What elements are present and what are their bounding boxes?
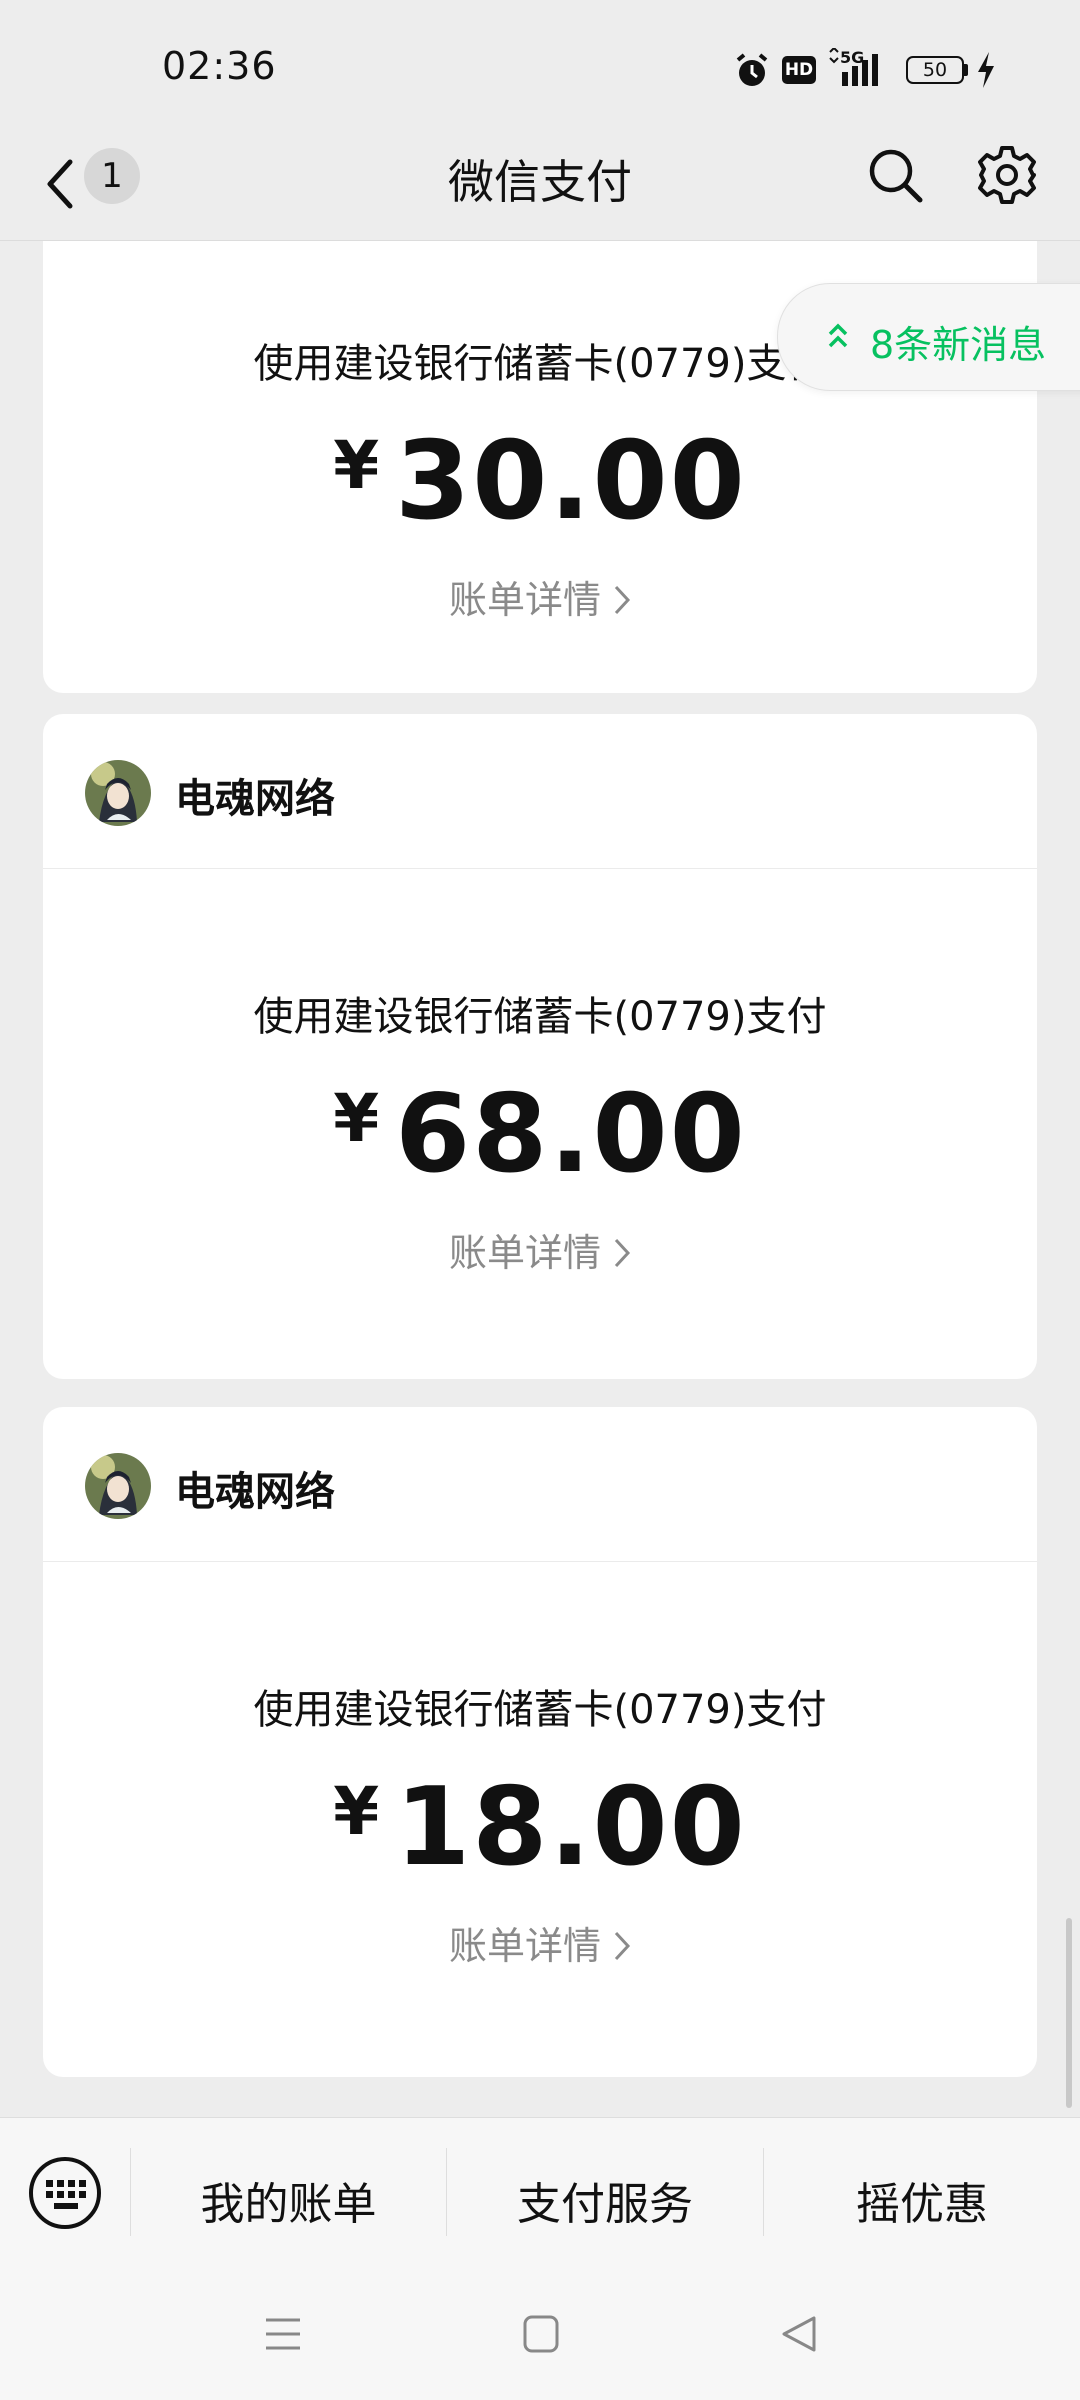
currency-symbol: ¥	[333, 1080, 382, 1157]
bill-details-label: 账单详情	[448, 1924, 601, 1968]
bill-details-link[interactable]: 账单详情	[43, 569, 1037, 624]
payment-method-text: 使用建设银行储蓄卡(0779)支付	[253, 1687, 827, 1733]
merchant-name: 电魂网络	[175, 776, 335, 822]
bill-details-label: 账单详情	[448, 578, 601, 622]
payment-message-list[interactable]: 使用建设银行储蓄卡(0779)支付 ¥30.00 账单详情 电魂网络 使用建设银	[0, 241, 1080, 2116]
charging-icon	[978, 52, 994, 88]
header: 1 微信支付	[0, 140, 1080, 241]
amount-value: 30.00	[395, 419, 747, 544]
currency-symbol: ¥	[333, 1773, 382, 1850]
amount-value: 68.00	[395, 1072, 747, 1197]
merchant-name: 电魂网络	[175, 1469, 335, 1515]
battery-tip	[964, 64, 968, 76]
menu-lines-icon[interactable]	[264, 2314, 302, 2354]
menu-my-bills[interactable]: 我的账单	[131, 2168, 446, 2232]
status-time: 02:36	[162, 44, 277, 88]
bill-details-link[interactable]: 账单详情	[43, 1915, 1037, 1970]
bill-details-link[interactable]: 账单详情	[43, 1222, 1037, 1277]
search-icon[interactable]	[866, 146, 926, 206]
system-nav-bar	[0, 2278, 1080, 2400]
back-triangle-icon[interactable]	[780, 2314, 818, 2354]
new-messages-label: 8条新消息	[870, 323, 1047, 367]
merchant-avatar	[85, 760, 151, 826]
payment-card: 电魂网络 使用建设银行储蓄卡(0779)支付 ¥68.00 账单详情	[43, 714, 1037, 1379]
merchant-avatar	[85, 1453, 151, 1519]
payment-card: 电魂网络 使用建设银行储蓄卡(0779)支付 ¥18.00 账单详情	[43, 1407, 1037, 2077]
amount-value: 18.00	[395, 1765, 747, 1890]
double-chevron-up-icon	[828, 323, 848, 348]
currency-symbol: ¥	[333, 427, 382, 504]
merchant-header[interactable]: 电魂网络	[43, 1407, 1037, 1562]
status-bar: 02:36 HD 5G 50	[0, 0, 1080, 140]
battery-icon: 50	[906, 56, 964, 84]
payment-method-text: 使用建设银行储蓄卡(0779)支付	[253, 994, 827, 1040]
settings-gear-icon[interactable]	[976, 144, 1038, 206]
signal-5g-icon: 5G	[828, 48, 890, 88]
bottom-menu: 我的账单 支付服务 摇优惠	[0, 2117, 1080, 2278]
payment-amount: ¥18.00	[43, 1765, 1037, 1890]
home-square-icon[interactable]	[522, 2314, 560, 2354]
scrollbar[interactable]	[1066, 1918, 1072, 2108]
hd-icon: HD	[782, 56, 816, 84]
new-messages-button[interactable]: 8条新消息	[777, 283, 1080, 391]
alarm-icon	[736, 53, 768, 86]
bill-details-label: 账单详情	[448, 1231, 601, 1275]
payment-amount: ¥30.00	[43, 419, 1037, 544]
chevron-right-icon	[614, 585, 631, 615]
menu-payment-services[interactable]: 支付服务	[447, 2168, 763, 2232]
battery-level: 50	[922, 59, 948, 81]
merchant-header[interactable]: 电魂网络	[43, 714, 1037, 869]
chevron-right-icon	[614, 1931, 631, 1961]
keyboard-icon[interactable]	[28, 2156, 102, 2230]
chevron-right-icon	[614, 1238, 631, 1268]
menu-shake-offers[interactable]: 摇优惠	[764, 2168, 1080, 2232]
payment-amount: ¥68.00	[43, 1072, 1037, 1197]
